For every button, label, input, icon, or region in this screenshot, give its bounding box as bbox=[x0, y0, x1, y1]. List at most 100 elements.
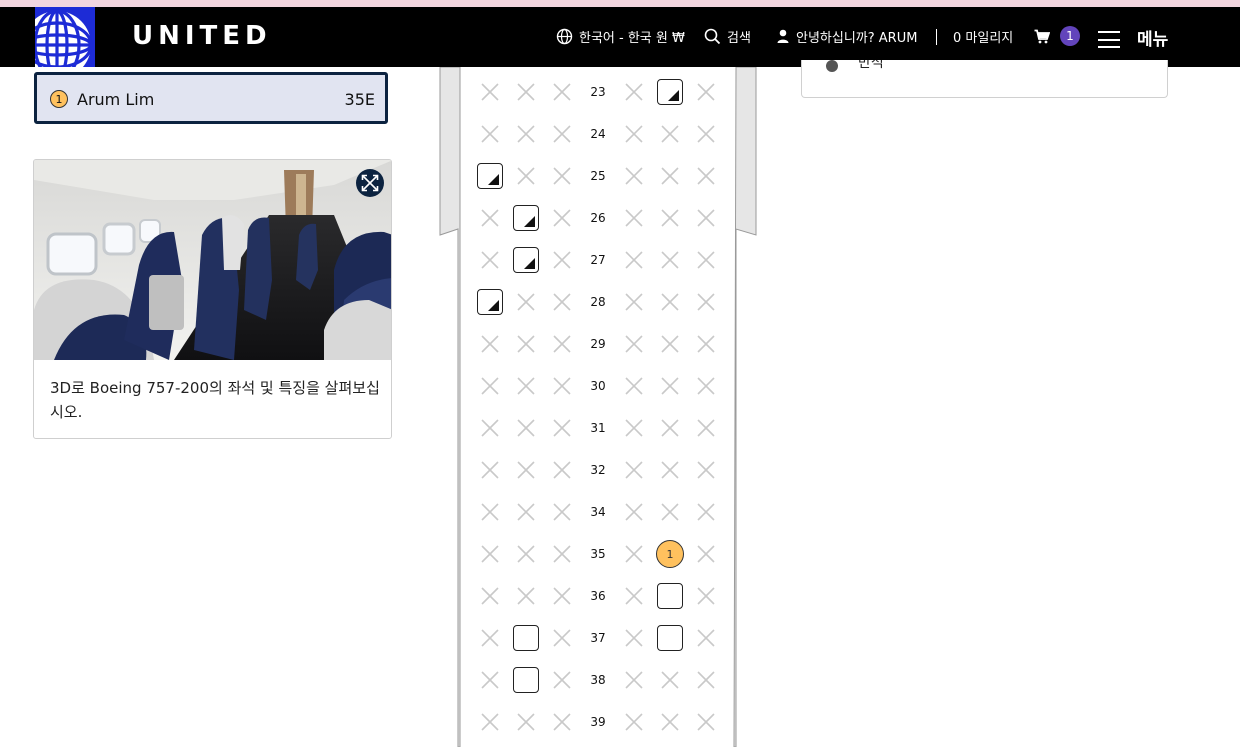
miles-link[interactable]: 0 마일리지 bbox=[953, 27, 1013, 46]
cart-button[interactable]: 1 bbox=[1034, 26, 1080, 46]
seat-row: 24 bbox=[470, 118, 722, 150]
unavailable-seat-icon bbox=[690, 580, 722, 612]
browser-top-strip bbox=[0, 0, 1240, 7]
unavailable-seat-icon bbox=[618, 244, 650, 276]
unavailable-seat-icon bbox=[618, 580, 650, 612]
unavailable-seat-icon bbox=[690, 160, 722, 192]
premium-seat-button[interactable] bbox=[474, 160, 506, 192]
seat-row: 27 bbox=[470, 244, 722, 276]
unavailable-seat-icon bbox=[690, 328, 722, 360]
header-divider bbox=[936, 29, 937, 45]
cart-icon bbox=[1034, 29, 1050, 43]
available-seat-icon bbox=[513, 667, 539, 693]
unavailable-seat-icon bbox=[510, 118, 542, 150]
unavailable-seat-icon bbox=[546, 706, 578, 738]
premium-seat-button[interactable] bbox=[654, 76, 686, 108]
globe-icon bbox=[556, 28, 573, 45]
menu-label[interactable]: 메뉴 bbox=[1137, 25, 1168, 50]
unavailable-seat-icon bbox=[618, 454, 650, 486]
unavailable-seat-icon bbox=[546, 622, 578, 654]
unavailable-seat-icon bbox=[618, 412, 650, 444]
search-link[interactable]: 검색 bbox=[704, 27, 751, 46]
unavailable-seat-icon bbox=[546, 160, 578, 192]
unavailable-seat-icon bbox=[510, 580, 542, 612]
unavailable-seat-icon bbox=[618, 328, 650, 360]
unavailable-seat-icon bbox=[474, 328, 506, 360]
unavailable-seat-icon bbox=[510, 76, 542, 108]
seat-row: 30 bbox=[470, 370, 722, 402]
seat-row: 25 bbox=[470, 160, 722, 192]
unavailable-seat-icon bbox=[654, 412, 686, 444]
selected-seat-marker: 1 bbox=[656, 540, 684, 568]
premium-seat-button[interactable] bbox=[510, 202, 542, 234]
premium-seat-button[interactable] bbox=[474, 286, 506, 318]
unavailable-seat-icon bbox=[690, 370, 722, 402]
unavailable-seat-icon bbox=[618, 160, 650, 192]
unavailable-seat-icon bbox=[474, 370, 506, 402]
available-seat-button[interactable] bbox=[510, 664, 542, 696]
cabin-interior-image[interactable] bbox=[34, 160, 392, 360]
unavailable-seat-icon bbox=[474, 622, 506, 654]
premium-seat-icon bbox=[477, 163, 503, 189]
unavailable-seat-icon bbox=[474, 664, 506, 696]
unavailable-seat-icon bbox=[654, 160, 686, 192]
unavailable-seat-icon bbox=[510, 538, 542, 570]
united-globe-logo[interactable] bbox=[35, 7, 95, 67]
unavailable-seat-icon bbox=[690, 76, 722, 108]
brand-wordmark[interactable]: UNITED bbox=[132, 21, 272, 51]
available-seat-button[interactable] bbox=[510, 622, 542, 654]
expand-view-button[interactable] bbox=[356, 169, 384, 197]
cabin-view-description: 3D로 Boeing 757-200의 좌석 및 특징을 살펴보십시오. bbox=[50, 379, 380, 421]
greeting-label: 안녕하십니까? ARUM bbox=[796, 31, 918, 46]
unavailable-seat-icon bbox=[510, 496, 542, 528]
available-seat-icon bbox=[513, 625, 539, 651]
traveler-number-badge: 1 bbox=[50, 90, 68, 108]
unavailable-seat-icon bbox=[546, 496, 578, 528]
legend-label: 만석 bbox=[858, 60, 884, 71]
unavailable-seat-icon bbox=[690, 286, 722, 318]
unavailable-seat-icon bbox=[510, 160, 542, 192]
unavailable-seat-icon bbox=[474, 580, 506, 612]
seat-row: 26 bbox=[470, 202, 722, 234]
row-number: 32 bbox=[590, 463, 606, 477]
row-number: 28 bbox=[590, 295, 606, 309]
miles-label: 0 마일리지 bbox=[953, 31, 1014, 46]
cabin-3d-view-card[interactable]: 3D로 Boeing 757-200의 좌석 및 특징을 살펴보십시오. bbox=[33, 159, 392, 439]
unavailable-seat-icon bbox=[618, 622, 650, 654]
unavailable-seat-icon bbox=[474, 412, 506, 444]
available-seat-button[interactable] bbox=[654, 622, 686, 654]
premium-seat-icon bbox=[513, 247, 539, 273]
hamburger-menu-icon[interactable] bbox=[1098, 31, 1120, 48]
unavailable-seat-icon bbox=[474, 244, 506, 276]
unavailable-seat-icon bbox=[546, 454, 578, 486]
available-seat-icon bbox=[657, 625, 683, 651]
cart-count-badge: 1 bbox=[1060, 26, 1080, 46]
unavailable-seat-icon bbox=[474, 706, 506, 738]
traveler-seat-assignment: 35E bbox=[344, 90, 375, 109]
available-seat-button[interactable] bbox=[654, 580, 686, 612]
unavailable-seat-icon bbox=[546, 76, 578, 108]
seat-row: 23 bbox=[470, 76, 722, 108]
unavailable-seat-icon bbox=[546, 244, 578, 276]
premium-seat-button[interactable] bbox=[510, 244, 542, 276]
traveler-seat-card[interactable]: 1 Arum Lim 35E bbox=[34, 72, 388, 124]
unavailable-seat-icon bbox=[618, 118, 650, 150]
unavailable-seat-icon bbox=[618, 76, 650, 108]
account-link[interactable]: 안녕하십니까? ARUM bbox=[776, 27, 917, 46]
seat-row: 36 bbox=[470, 580, 722, 612]
premium-seat-icon bbox=[657, 79, 683, 105]
row-number: 26 bbox=[590, 211, 606, 225]
unavailable-seat-icon bbox=[510, 454, 542, 486]
traveler-name: Arum Lim bbox=[77, 90, 155, 109]
language-selector[interactable]: 한국어 - 한국 원 ₩ bbox=[556, 27, 685, 46]
unavailable-seat-icon bbox=[618, 706, 650, 738]
unavailable-seat-icon bbox=[510, 412, 542, 444]
unavailable-seat-icon bbox=[474, 202, 506, 234]
expand-icon bbox=[361, 174, 379, 192]
selected-seat-button[interactable]: 1 bbox=[654, 538, 686, 570]
seat-row: 39 bbox=[470, 706, 722, 738]
unavailable-seat-icon bbox=[618, 496, 650, 528]
row-number: 24 bbox=[590, 127, 606, 141]
premium-seat-icon bbox=[477, 289, 503, 315]
seat-row: 34 bbox=[470, 496, 722, 528]
